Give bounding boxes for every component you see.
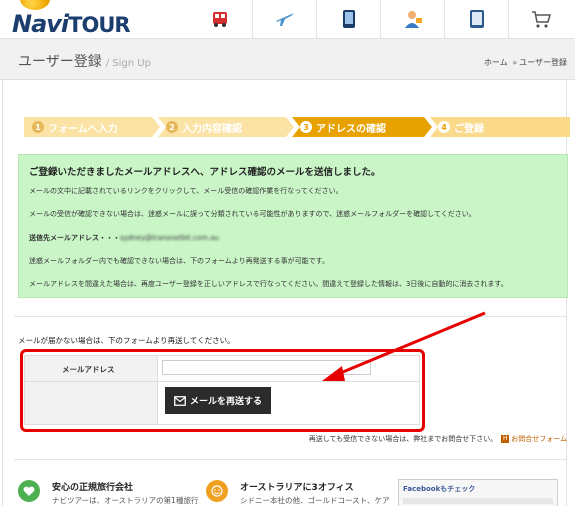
contact-form-icon: H <box>501 435 510 443</box>
facebook-widget-content <box>403 498 553 504</box>
facebook-widget[interactable]: Facebookもチェック <box>398 479 558 506</box>
contact-form-link[interactable]: お問合せフォーム <box>511 435 567 443</box>
feature-2-title: オーストラリアに3オフィス <box>240 483 354 493</box>
feature-2-desc: シドニー本社の他、ゴールドコースト、ケア <box>240 496 390 505</box>
divider-2 <box>14 459 566 460</box>
contact-note: 再送しても受信できない場合は、弊社までお問合せ下さい。 H お問合せフォーム <box>309 434 567 444</box>
smile-icon <box>206 480 228 502</box>
feature-1-desc: ナビツアーは、オーストラリアの第1種旅行 <box>52 496 199 505</box>
facebook-widget-title: Facebookもチェック <box>403 485 476 493</box>
contact-note-text: 再送しても受信できない場合は、弊社までお問合せ下さい。 <box>308 435 498 443</box>
heart-icon <box>18 480 40 502</box>
feature-1-title: 安心の正規旅行会社 <box>52 483 134 493</box>
annotation-arrow <box>322 311 486 381</box>
